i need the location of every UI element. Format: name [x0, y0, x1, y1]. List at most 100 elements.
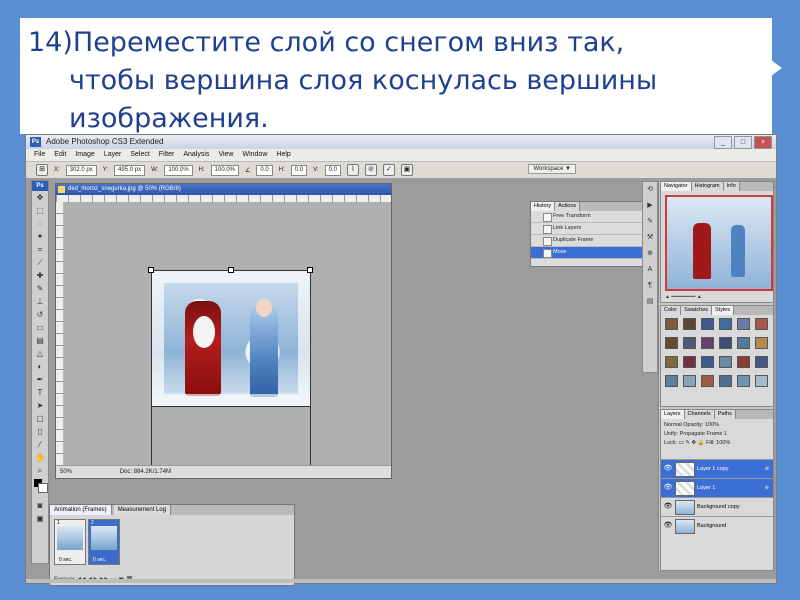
doc-size[interactable]: Doc: 884.2K/1.74M	[120, 469, 171, 475]
menu-edit[interactable]: Edit	[54, 149, 66, 161]
tab-animation-frames[interactable]: Animation (Frames)	[50, 505, 112, 515]
hand-tool-icon[interactable]: ✋	[32, 451, 48, 464]
menu-select[interactable]: Select	[130, 149, 149, 161]
menu-window[interactable]: Window	[242, 149, 267, 161]
style-swatch[interactable]	[701, 375, 714, 387]
angle-field[interactable]: 0.0	[256, 164, 273, 176]
style-swatch[interactable]	[665, 356, 678, 368]
lock-icons[interactable]: ▭ ✎ ✥ 🔒	[679, 440, 705, 446]
animation-frame[interactable]: 1 0 sec.	[54, 519, 86, 565]
move-tool-icon[interactable]: ✥	[32, 191, 48, 204]
height-field[interactable]: 100.0%	[210, 164, 240, 176]
menu-filter[interactable]: Filter	[159, 149, 175, 161]
menu-image[interactable]: Image	[75, 149, 94, 161]
fill-field[interactable]: Fill: 100%	[706, 440, 730, 446]
color-swatches[interactable]	[32, 477, 48, 499]
visibility-eye-icon[interactable]: 👁	[663, 460, 673, 478]
tab-styles[interactable]: Styles	[712, 306, 734, 315]
tab-histogram[interactable]: Histogram	[691, 182, 724, 191]
stamp-tool-icon[interactable]: ⊥	[32, 295, 48, 308]
opacity-field[interactable]: Opacity: 100%	[683, 422, 719, 428]
menu-help[interactable]: Help	[276, 149, 290, 161]
document-image[interactable]	[151, 270, 311, 407]
frame-delay[interactable]: 0 sec.	[93, 557, 106, 563]
bridge-icon[interactable]: ▣	[400, 164, 413, 176]
tab-history[interactable]: History	[531, 202, 556, 211]
link-icon[interactable]: ⊖	[765, 479, 769, 497]
quick-mask-icon[interactable]: ◙	[32, 499, 48, 512]
background-color[interactable]	[38, 483, 48, 493]
visibility-eye-icon[interactable]: 👁	[663, 498, 673, 516]
workspace-menu[interactable]: Workspace ▼	[528, 164, 576, 174]
type-tool-icon[interactable]: T	[32, 386, 48, 399]
commit-transform-icon[interactable]: ✓	[382, 164, 395, 176]
history-brush-tool-icon[interactable]: ↺	[32, 308, 48, 321]
history-item[interactable]: Link Layers	[531, 223, 643, 235]
style-swatch[interactable]	[719, 337, 732, 349]
transform-handle-top-left[interactable]	[148, 267, 154, 273]
link-icon[interactable]: ⊖	[765, 460, 769, 478]
eraser-tool-icon[interactable]: ▭	[32, 321, 48, 334]
magic-wand-tool-icon[interactable]: ✦	[32, 230, 48, 243]
style-swatch[interactable]	[737, 337, 750, 349]
layer-row[interactable]: 👁 Background	[661, 516, 773, 535]
eyedropper-tool-icon[interactable]: ⁄	[32, 438, 48, 451]
crop-tool-icon[interactable]: ⌗	[32, 243, 48, 256]
history-item[interactable]: Free Transform	[531, 211, 643, 223]
warp-icon[interactable]: ⌇	[346, 164, 359, 176]
style-swatch[interactable]	[737, 356, 750, 368]
zoom-tool-icon[interactable]: ⌕	[32, 464, 48, 477]
zoom-level[interactable]: 50%	[60, 469, 72, 475]
tab-actions[interactable]: Actions	[555, 202, 581, 211]
style-swatch[interactable]	[701, 318, 714, 330]
layer-comps-icon[interactable]: ▤	[643, 294, 657, 310]
cancel-transform-icon[interactable]: ⊘	[364, 164, 377, 176]
style-swatch[interactable]	[755, 375, 768, 387]
tab-color[interactable]: Color	[661, 306, 682, 315]
notes-tool-icon[interactable]: ▯	[32, 425, 48, 438]
blend-mode-select[interactable]: Normal	[664, 422, 682, 428]
tool-presets-icon[interactable]: ⚒	[643, 230, 657, 246]
style-swatch[interactable]	[737, 375, 750, 387]
next-slide-arrow-icon[interactable]	[760, 52, 782, 84]
style-swatch[interactable]	[665, 337, 678, 349]
style-swatch[interactable]	[683, 337, 696, 349]
style-swatch[interactable]	[719, 356, 732, 368]
style-swatch[interactable]	[683, 375, 696, 387]
canvas-area[interactable]	[64, 202, 391, 466]
tab-paths[interactable]: Paths	[714, 410, 736, 419]
menu-file[interactable]: File	[34, 149, 45, 161]
menu-analysis[interactable]: Analysis	[183, 149, 209, 161]
style-swatch[interactable]	[755, 356, 768, 368]
style-swatch[interactable]	[755, 318, 768, 330]
width-field[interactable]: 100.0%	[164, 164, 193, 176]
style-swatch[interactable]	[665, 318, 678, 330]
snow-layer-bounds[interactable]	[151, 405, 311, 466]
tab-channels[interactable]: Channels	[684, 410, 715, 419]
propagate-checkbox[interactable]: Propagate Frame 1	[680, 431, 727, 437]
menu-view[interactable]: View	[218, 149, 233, 161]
tab-navigator[interactable]: Navigator	[661, 182, 692, 191]
slice-tool-icon[interactable]: ⟋	[32, 256, 48, 269]
x-field[interactable]: 302.0 px	[65, 164, 97, 176]
style-swatch[interactable]	[701, 337, 714, 349]
visibility-eye-icon[interactable]: 👁	[663, 479, 673, 497]
menu-layer[interactable]: Layer	[104, 149, 122, 161]
screen-mode-icon[interactable]: ▣	[32, 512, 48, 525]
tab-measurement-log[interactable]: Measurement Log	[113, 505, 172, 515]
pen-tool-icon[interactable]: ✒	[32, 373, 48, 386]
path-selection-tool-icon[interactable]: ➤	[32, 399, 48, 412]
zoom-slider[interactable]: ━━━━━━━━	[671, 294, 695, 300]
history-panel-icon[interactable]: ⟲	[643, 182, 657, 198]
dodge-tool-icon[interactable]: ◐	[32, 360, 48, 373]
style-swatch[interactable]	[701, 356, 714, 368]
transform-handle-top-right[interactable]	[307, 267, 313, 273]
minimize-button[interactable]: _	[714, 136, 732, 149]
brush-tool-icon[interactable]: ✎	[32, 282, 48, 295]
brushes-panel-icon[interactable]: ✎	[643, 214, 657, 230]
style-swatch[interactable]	[755, 337, 768, 349]
healing-tool-icon[interactable]: ✚	[32, 269, 48, 282]
reference-point-icon[interactable]: ⊞	[36, 164, 48, 176]
zoom-out-icon[interactable]: ▲	[665, 294, 670, 300]
close-button[interactable]: ×	[754, 136, 772, 149]
